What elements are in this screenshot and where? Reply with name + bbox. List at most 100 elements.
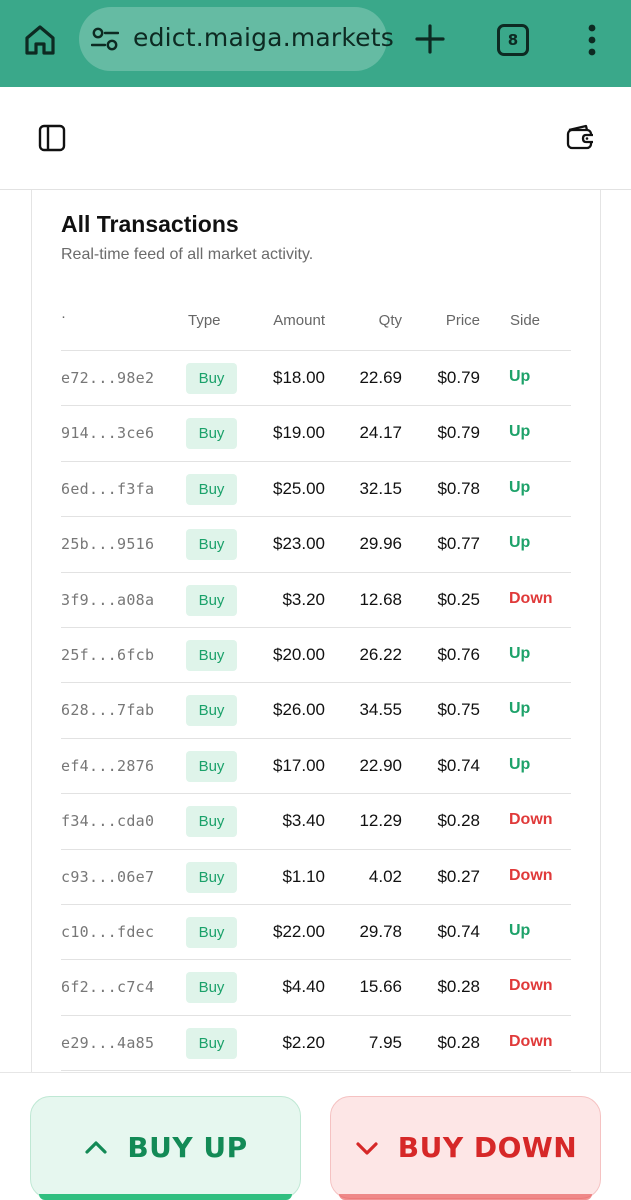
tx-price: $0.76 [437,644,480,664]
tx-side: Down [509,1032,553,1050]
chevron-down-icon [356,1141,378,1155]
sidebar-toggle-button[interactable] [38,124,66,152]
column-header-price: Price [445,312,480,329]
type-badge: Buy [186,529,237,561]
tx-amount: $3.20 [282,589,325,609]
card-subtitle: Real-time feed of all market activity. [61,246,314,263]
type-badge: Buy [186,473,237,505]
table-row[interactable]: 628...7fab Buy $26.00 34.55 $0.75 Up [61,683,571,739]
tx-price: $0.75 [437,700,480,720]
tx-side: Down [509,589,553,607]
chevron-up-icon [85,1140,107,1154]
tx-side: Down [509,977,553,995]
tx-amount: $25.00 [273,478,325,498]
type-badge: Buy [186,806,237,838]
more-menu-button[interactable] [578,22,606,58]
type-badge: Buy [186,363,237,394]
type-badge: Buy [186,861,237,893]
tx-amount: $26.00 [273,700,325,720]
app-header [0,87,631,190]
tx-amount: $1.10 [282,866,325,886]
tx-hash[interactable]: e72...98e2 [61,369,154,387]
type-badge: Buy [186,972,237,1004]
tx-price: $0.25 [437,589,480,609]
tx-price: $0.27 [437,866,480,886]
tx-hash[interactable]: f34...cda0 [61,812,154,830]
tx-qty: 22.90 [359,755,402,775]
table-row[interactable]: e29...4a85 Buy $2.20 7.95 $0.28 Down [61,1016,571,1072]
tx-amount: $17.00 [273,755,325,775]
wallet-button[interactable] [565,123,595,151]
tx-price: $0.78 [437,478,480,498]
table-row[interactable]: f34...cda0 Buy $3.40 12.29 $0.28 Down [61,794,571,850]
home-button[interactable] [22,22,58,58]
tx-hash[interactable]: c10...fdec [61,923,154,941]
site-settings-icon[interactable] [91,26,119,52]
tab-count: 8 [507,31,519,49]
tx-side: Up [509,755,531,773]
tx-side: Up [509,534,531,552]
table-row[interactable]: c93...06e7 Buy $1.10 4.02 $0.27 Down [61,850,571,905]
tx-qty: 34.55 [359,700,402,720]
home-icon [25,25,55,55]
tx-hash[interactable]: 25f...6fcb [61,646,154,664]
tx-qty: 7.95 [368,1032,402,1052]
type-badge: Buy [186,639,237,671]
table-row[interactable]: 914...3ce6 Buy $19.00 24.17 $0.79 Up [61,406,571,462]
tx-amount: $23.00 [273,534,325,554]
table-row[interactable]: 6ed...f3fa Buy $25.00 32.15 $0.78 Up [61,462,571,518]
type-badge: Buy [186,916,237,948]
table-header: · Type Amount Qty Price Side [61,300,571,351]
table-row[interactable]: e72...98e2 Buy $18.00 22.69 $0.79 Up [61,351,571,407]
buy-down-button[interactable]: BUY DOWN [330,1096,601,1200]
table-row[interactable]: 6f2...c7c4 Buy $4.40 15.66 $0.28 Down [61,960,571,1016]
tx-hash[interactable]: 914...3ce6 [61,424,154,442]
table-row[interactable]: 25b...9516 Buy $23.00 29.96 $0.77 Up [61,517,571,573]
plus-icon [415,24,445,54]
tx-hash[interactable]: 628...7fab [61,701,154,719]
tx-side: Up [509,921,531,939]
column-header-amount: Amount [273,312,325,329]
table-row[interactable]: ef4...2876 Buy $17.00 22.90 $0.74 Up [61,739,571,795]
type-badge: Buy [186,584,237,616]
tx-price: $0.74 [437,755,480,775]
sidebar-toggle-icon [38,124,66,152]
table-row[interactable]: c10...fdec Buy $22.00 29.78 $0.74 Up [61,905,571,961]
tx-hash[interactable]: 25b...9516 [61,535,154,553]
buy-down-label: BUY DOWN [397,1131,578,1164]
tx-qty: 12.68 [359,589,402,609]
url-text[interactable]: edict.maiga.markets [133,23,394,52]
tx-hash[interactable]: c93...06e7 [61,868,154,886]
tx-amount: $19.00 [273,423,325,443]
tx-hash[interactable]: 3f9...a08a [61,591,154,609]
buy-up-button[interactable]: BUY UP [30,1096,301,1200]
column-header-id: · [61,308,66,325]
tx-amount: $2.20 [282,1032,325,1052]
wallet-icon [566,124,593,150]
tx-hash[interactable]: e29...4a85 [61,1034,154,1052]
tx-qty: 12.29 [359,811,402,831]
tx-price: $0.79 [437,368,480,387]
table-row[interactable]: 3f9...a08a Buy $3.20 12.68 $0.25 Down [61,573,571,628]
buy-up-accent [39,1194,292,1200]
tx-price: $0.74 [437,921,480,941]
tx-price: $0.77 [437,534,480,554]
tx-hash[interactable]: ef4...2876 [61,757,154,775]
buy-up-label: BUY UP [127,1131,248,1164]
tx-side: Down [509,811,553,829]
tx-qty: 26.22 [359,644,402,664]
table-row[interactable]: 25f...6fcb Buy $20.00 26.22 $0.76 Up [61,628,571,684]
address-bar[interactable]: edict.maiga.markets [79,7,394,71]
transactions-card: All Transactions Real-time feed of all m… [31,190,601,1090]
tx-hash[interactable]: 6f2...c7c4 [61,978,154,996]
new-tab-button[interactable] [415,24,445,54]
buy-down-accent [339,1194,592,1200]
tx-qty: 24.17 [359,423,402,443]
tx-amount: $22.00 [273,921,325,941]
tx-qty: 4.02 [368,866,402,886]
tx-price: $0.28 [437,977,480,997]
tab-switcher-button[interactable]: 8 [497,24,529,56]
tx-price: $0.79 [437,423,480,443]
tx-hash[interactable]: 6ed...f3fa [61,480,154,498]
tx-side: Up [509,478,531,496]
